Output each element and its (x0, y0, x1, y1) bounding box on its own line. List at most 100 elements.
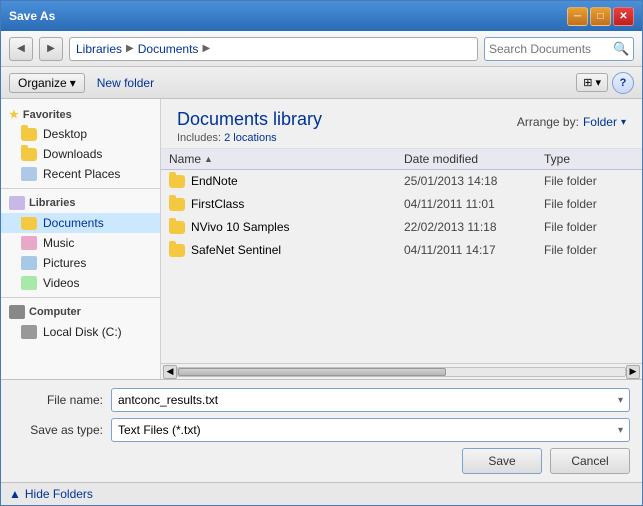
table-row[interactable]: SafeNet Sentinel 04/11/2011 14:17 File f… (161, 239, 642, 262)
organize-button[interactable]: Organize ▾ (9, 73, 85, 93)
sidebar-item-recent-places[interactable]: Recent Places (1, 164, 160, 184)
bottom-form: File name: ▾ Save as type: Text Files (*… (1, 379, 642, 482)
sidebar-item-music[interactable]: Music (1, 233, 160, 253)
breadcrumb-bar[interactable]: Libraries ▶ Documents ▶ (69, 37, 478, 61)
save-button[interactable]: Save (462, 448, 542, 474)
window-title: Save As (9, 9, 55, 23)
recent-icon (21, 167, 37, 181)
scroll-left-button[interactable]: ◀ (163, 365, 177, 379)
breadcrumb-documents[interactable]: Documents (138, 42, 199, 56)
content-pane: Documents library Includes: 2 locations … (161, 99, 642, 379)
horizontal-scrollbar[interactable]: ◀ ▶ (161, 363, 642, 379)
main-area: ★ Favorites Desktop Downloads Recent Pla… (1, 99, 642, 379)
favorites-label: Favorites (23, 109, 72, 121)
sort-arrow: ▲ (204, 154, 213, 164)
sidebar-item-desktop[interactable]: Desktop (1, 124, 160, 144)
column-date[interactable]: Date modified (404, 152, 544, 166)
table-row[interactable]: FirstClass 04/11/2011 11:01 File folder (161, 193, 642, 216)
favorites-header: ★ Favorites (1, 105, 160, 124)
libraries-icon (9, 196, 25, 210)
view-icon: ⊞ (583, 77, 592, 89)
savetype-row: Save as type: Text Files (*.txt) ▾ (13, 418, 630, 442)
hide-folders-label: Hide Folders (25, 487, 93, 501)
drive-icon (21, 325, 37, 339)
savetype-select[interactable]: Text Files (*.txt) ▾ (111, 418, 630, 442)
sidebar-item-videos[interactable]: Videos (1, 273, 160, 293)
downloads-label: Downloads (43, 147, 102, 161)
forward-button[interactable]: ▶ (39, 37, 63, 61)
breadcrumb-arrow-1: ▶ (126, 43, 134, 54)
includes-label: Includes: (177, 132, 221, 144)
scroll-right-button[interactable]: ▶ (626, 365, 640, 379)
file-date-firstclass: 04/11/2011 11:01 (404, 197, 544, 211)
computer-icon (9, 305, 25, 319)
arrange-by-value[interactable]: Folder (583, 115, 617, 129)
save-as-dialog: Save As ─ □ ✕ ◀ ▶ Libraries ▶ Documents … (0, 0, 643, 506)
pictures-label: Pictures (43, 256, 86, 270)
title-bar-buttons: ─ □ ✕ (567, 7, 634, 26)
libraries-label: Libraries (29, 197, 75, 209)
organize-toolbar: Organize ▾ New folder ⊞ ▾ ? (1, 67, 642, 99)
scroll-thumb[interactable] (178, 368, 446, 376)
content-header: Documents library Includes: 2 locations … (161, 99, 642, 149)
library-title: Documents library (177, 109, 322, 130)
savetype-label: Save as type: (13, 423, 103, 437)
documents-folder-icon (21, 217, 37, 230)
local-disk-label: Local Disk (C:) (43, 325, 122, 339)
videos-label: Videos (43, 276, 79, 290)
search-box[interactable]: 🔍 (484, 37, 634, 61)
organize-label: Organize (18, 76, 67, 90)
minimize-button[interactable]: ─ (567, 7, 588, 26)
maximize-button[interactable]: □ (590, 7, 611, 26)
filename-row: File name: ▾ (13, 388, 630, 412)
file-list-header: Name ▲ Date modified Type (161, 149, 642, 170)
toolbar2-left: Organize ▾ New folder (9, 73, 158, 93)
toolbar2-right: ⊞ ▾ ? (576, 72, 634, 94)
star-icon: ★ (9, 108, 19, 121)
scroll-track[interactable] (177, 367, 626, 377)
back-button[interactable]: ◀ (9, 37, 33, 61)
locations-link[interactable]: 2 locations (224, 132, 277, 144)
cancel-button[interactable]: Cancel (550, 448, 630, 474)
column-name[interactable]: Name ▲ (169, 152, 404, 166)
folder-icon (21, 148, 37, 161)
pictures-icon (21, 256, 37, 270)
view-arrow: ▾ (595, 77, 601, 89)
bottom-buttons: Save Cancel (13, 448, 630, 474)
filename-label: File name: (13, 393, 103, 407)
hide-folders-button[interactable]: ▲ Hide Folders (1, 482, 642, 505)
file-list: Name ▲ Date modified Type EndNote 25/01/… (161, 149, 642, 363)
sidebar-item-pictures[interactable]: Pictures (1, 253, 160, 273)
file-type-firstclass: File folder (544, 197, 634, 211)
new-folder-button[interactable]: New folder (93, 74, 158, 92)
filename-dropdown-arrow[interactable]: ▾ (618, 395, 623, 406)
file-name-firstclass: FirstClass (169, 197, 404, 211)
search-input[interactable] (489, 42, 609, 56)
sidebar-item-documents[interactable]: Documents (1, 213, 160, 233)
sidebar-item-local-disk[interactable]: Local Disk (C:) (1, 322, 160, 342)
filename-input-wrapper[interactable]: ▾ (111, 388, 630, 412)
sidebar: ★ Favorites Desktop Downloads Recent Pla… (1, 99, 161, 379)
breadcrumb-libraries[interactable]: Libraries (76, 42, 122, 56)
file-name-nvivo: NVivo 10 Samples (169, 220, 404, 234)
title-bar: Save As ─ □ ✕ (1, 1, 642, 31)
table-row[interactable]: EndNote 25/01/2013 14:18 File folder (161, 170, 642, 193)
search-icon: 🔍 (613, 41, 629, 57)
sidebar-item-downloads[interactable]: Downloads (1, 144, 160, 164)
filename-input[interactable] (118, 393, 618, 407)
table-row[interactable]: NVivo 10 Samples 22/02/2013 11:18 File f… (161, 216, 642, 239)
libraries-header: Libraries (1, 193, 160, 213)
close-button[interactable]: ✕ (613, 7, 634, 26)
arrange-arrow[interactable]: ▾ (621, 117, 626, 128)
column-type[interactable]: Type (544, 152, 634, 166)
divider-1 (1, 188, 160, 189)
folder-icon (21, 128, 37, 141)
savetype-arrow: ▾ (618, 425, 623, 436)
help-button[interactable]: ? (612, 72, 634, 94)
view-button[interactable]: ⊞ ▾ (576, 73, 608, 92)
hide-folders-arrow: ▲ (9, 487, 21, 501)
file-type-endnote: File folder (544, 174, 634, 188)
breadcrumb-arrow-2: ▶ (202, 43, 210, 54)
computer-header: Computer (1, 302, 160, 322)
desktop-label: Desktop (43, 127, 87, 141)
